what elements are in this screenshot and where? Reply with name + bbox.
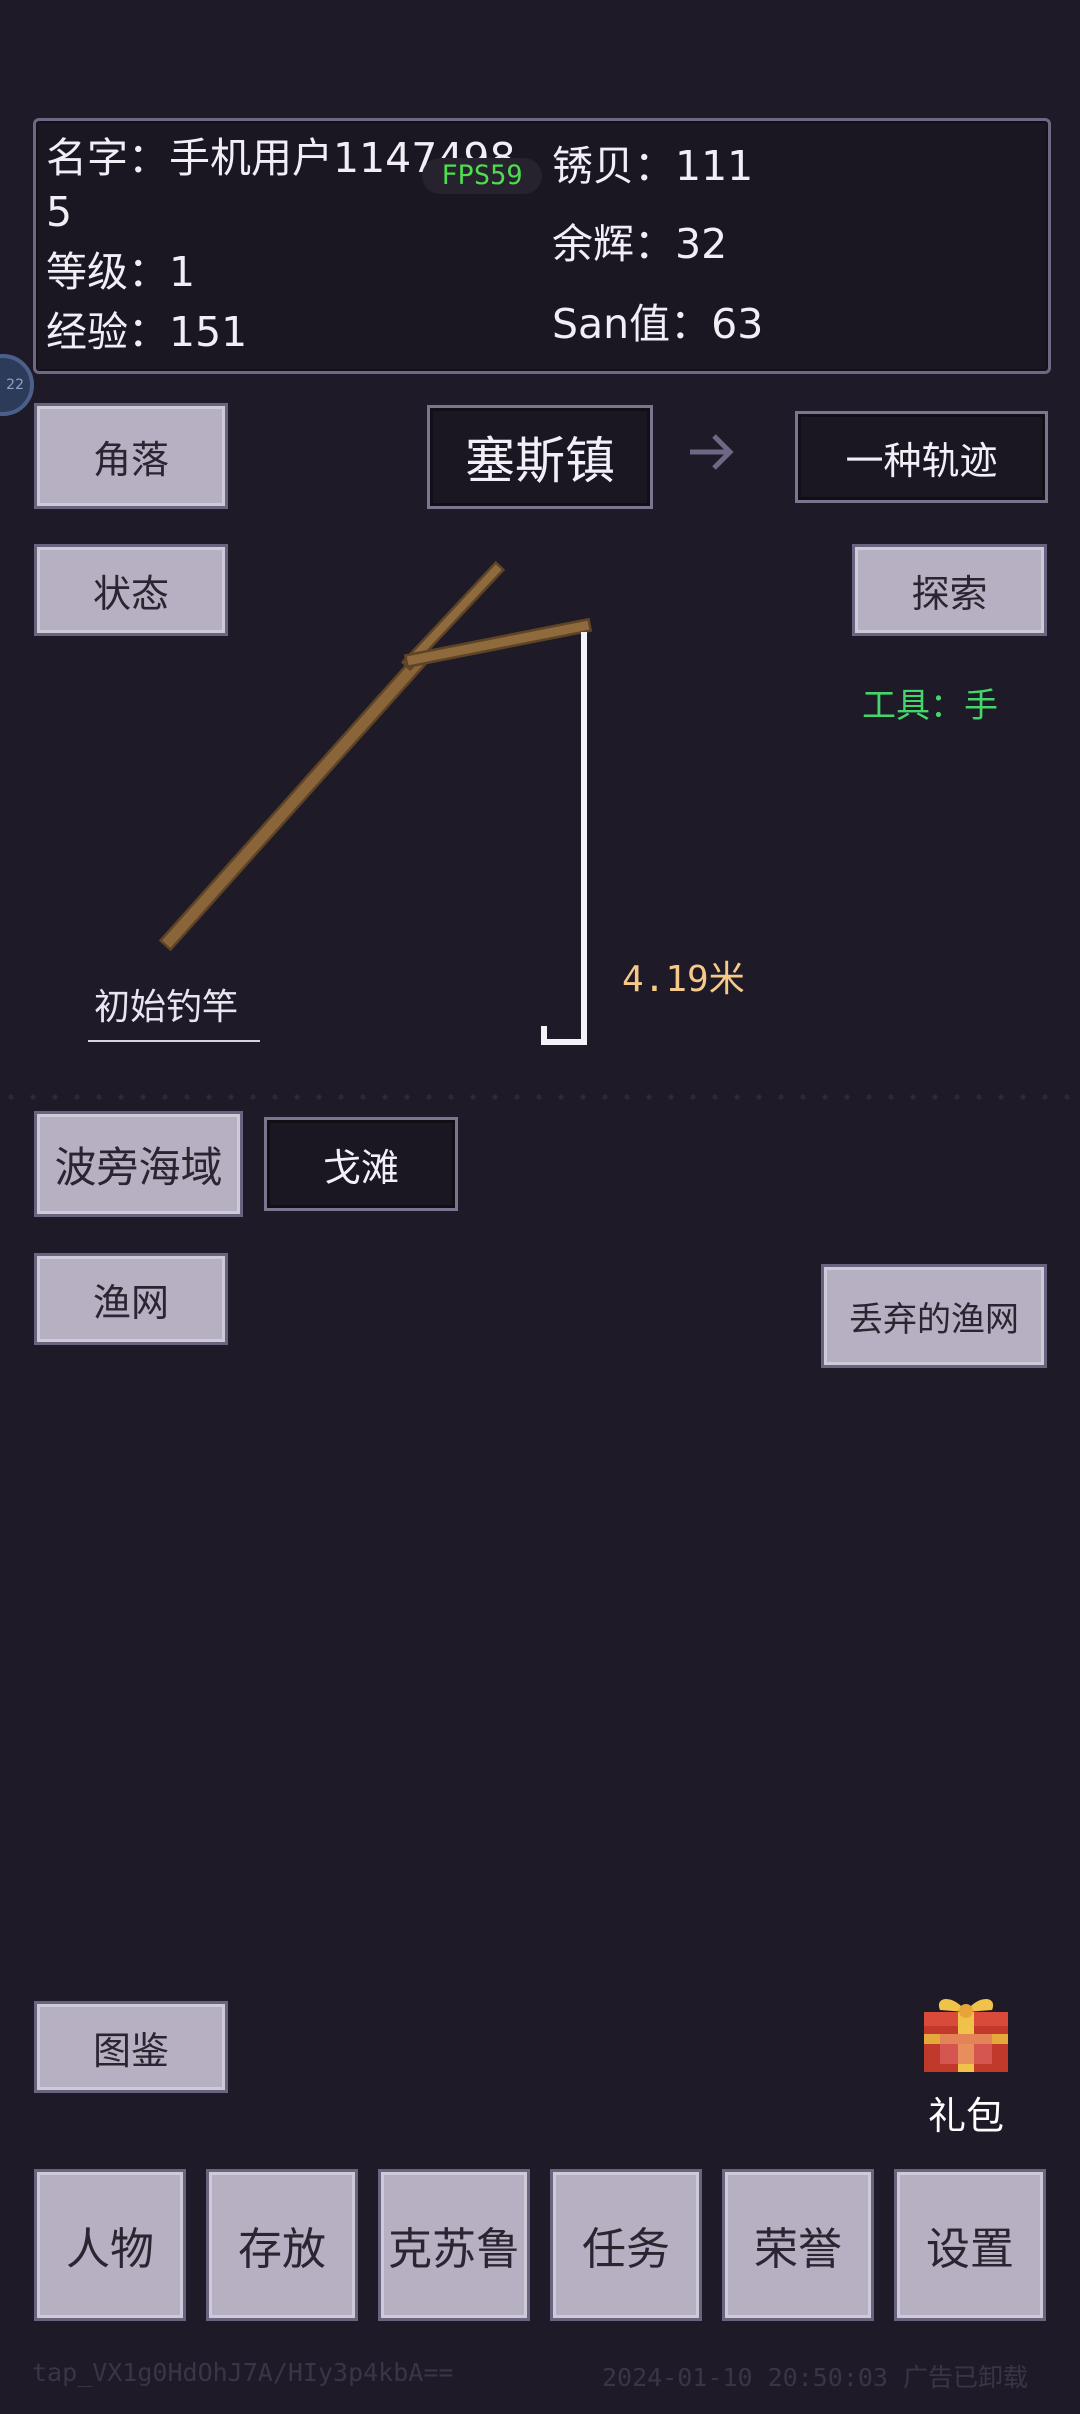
sea-area-button[interactable]: 波旁海域 [34, 1111, 243, 1217]
nav-storage[interactable]: 存放 [206, 2169, 358, 2321]
footer-timestamp: 2024-01-10 20:50:03 广告已卸载 [602, 2363, 1029, 2392]
nav-settings[interactable]: 设置 [894, 2169, 1046, 2321]
gift-box-icon[interactable] [916, 1990, 1016, 2074]
gift-label[interactable]: 礼包 [928, 2085, 1004, 2140]
beach-button[interactable]: 戈滩 [264, 1117, 458, 1211]
rod-name-underline [88, 1040, 260, 1042]
san-value: San值：63 [552, 300, 764, 348]
current-town[interactable]: 塞斯镇 [427, 405, 653, 509]
water-surface-line [0, 1092, 1080, 1102]
afterglow-count: 余辉：32 [552, 220, 728, 268]
discarded-net-button[interactable]: 丢弃的渔网 [821, 1264, 1047, 1368]
player-exp: 经验：151 [46, 308, 248, 356]
corner-button[interactable]: 角落 [34, 403, 228, 509]
player-name-overflow: 5 [46, 188, 73, 236]
nav-honor[interactable]: 荣誉 [722, 2169, 874, 2321]
nav-character[interactable]: 人物 [34, 2169, 186, 2321]
rust-shells-count: 锈贝：111 [552, 142, 754, 190]
rod-name[interactable]: 初始钓竿 [94, 978, 238, 1030]
floating-assist-label: 22 [6, 377, 24, 393]
nav-cthulhu[interactable]: 克苏鲁 [378, 2169, 530, 2321]
fps-counter: FPS59 [422, 158, 542, 194]
player-level: 等级：1 [46, 248, 196, 296]
fishing-net-button[interactable]: 渔网 [34, 1253, 228, 1345]
next-destination-button[interactable]: 一种轨迹 [795, 411, 1048, 503]
line-depth: 4.19米 [622, 959, 745, 1000]
arrow-right-icon [686, 426, 738, 478]
footer-device-id: tap_VX1g0HdOhJ7A/HIy3p4kbA== [32, 2358, 454, 2387]
nav-quests[interactable]: 任务 [550, 2169, 702, 2321]
codex-button[interactable]: 图鉴 [34, 2001, 228, 2093]
floating-assist-icon[interactable]: 22 [0, 354, 34, 416]
